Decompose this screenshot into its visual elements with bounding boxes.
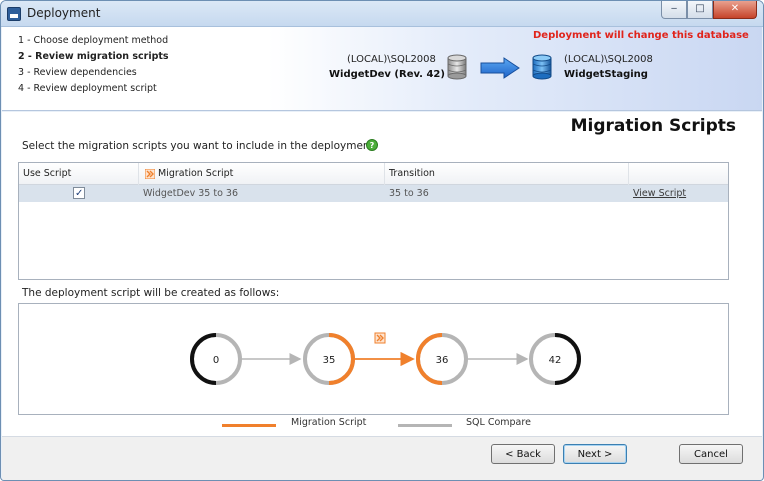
target-server: (LOCAL)\SQL2008 [564, 54, 653, 65]
column-transition[interactable]: Transition [385, 163, 629, 185]
node-42: 42 [529, 333, 581, 385]
window-title: Deployment [27, 6, 101, 20]
wizard-footer: < Back Next > Cancel [2, 436, 762, 480]
source-server: (LOCAL)\SQL2008 [347, 54, 436, 65]
window-controls: ‒ □ ✕ [661, 1, 757, 21]
deployment-window: Deployment ‒ □ ✕ 1 - Choose deployment m… [0, 0, 764, 481]
deployment-path-diagram: 0 35 36 42 [190, 332, 581, 385]
legend-migration-swatch [222, 424, 276, 427]
node-36: 36 [416, 333, 468, 385]
main-content: Migration Scripts Select the migration s… [2, 112, 762, 436]
migration-script-name: WidgetDev 35 to 36 [143, 188, 239, 199]
column-migration-script[interactable]: Migration Script [139, 163, 385, 185]
use-script-checkbox[interactable] [73, 185, 85, 202]
table-row[interactable]: WidgetDev 35 to 36 35 to 36 View Script [19, 185, 728, 202]
title-bar[interactable]: Deployment ‒ □ ✕ [1, 1, 763, 27]
column-migration-script-label: Migration Script [158, 168, 234, 179]
source-database-icon [447, 54, 467, 80]
node-35: 35 [303, 333, 355, 385]
deployment-script-label: The deployment script will be created as… [22, 287, 280, 299]
node-35-label: 35 [323, 355, 336, 366]
column-use-script[interactable]: Use Script [19, 163, 139, 185]
view-script-link[interactable]: View Script [629, 185, 686, 202]
column-action [629, 163, 728, 185]
step-review-deployment-script: 4 - Review deployment script [18, 83, 157, 94]
step-review-migration-scripts: 2 - Review migration scripts [18, 51, 169, 62]
source-database: WidgetDev (Rev. 42) [329, 69, 445, 80]
minimize-icon[interactable]: ‒ [661, 1, 687, 19]
back-button[interactable]: < Back [491, 444, 555, 464]
migration-scripts-grid: Use Script Migration Script Transition W… [18, 162, 729, 280]
svg-text:?: ? [370, 141, 375, 150]
deployment-warning: Deployment will change this database [533, 30, 749, 41]
migration-script-marker-icon [374, 332, 386, 344]
grid-header: Use Script Migration Script Transition [19, 163, 728, 185]
deploy-arrow-icon [480, 57, 520, 79]
target-database-icon [532, 54, 552, 80]
legend-compare-label: SQL Compare [466, 417, 531, 428]
wizard-header: 1 - Choose deployment method 2 - Review … [2, 27, 762, 111]
app-icon [7, 7, 21, 21]
migration-script-icon [145, 168, 155, 179]
node-42-label: 42 [549, 355, 562, 366]
deployment-diagram: 0 35 36 42 [18, 303, 729, 415]
cancel-button[interactable]: Cancel [679, 444, 743, 464]
target-database: WidgetStaging [564, 69, 648, 80]
wizard-steps: 1 - Choose deployment method 2 - Review … [18, 33, 169, 97]
page-title: Migration Scripts [570, 116, 736, 136]
close-icon[interactable]: ✕ [713, 1, 757, 19]
next-button[interactable]: Next > [563, 444, 627, 464]
node-36-label: 36 [436, 355, 449, 366]
legend-compare-swatch [398, 424, 452, 427]
step-choose-method: 1 - Choose deployment method [18, 35, 169, 46]
diagram-legend: Migration Script SQL Compare [2, 415, 762, 435]
maximize-icon[interactable]: □ [687, 1, 713, 19]
help-icon[interactable]: ? [366, 139, 378, 151]
legend-migration-label: Migration Script [291, 417, 367, 428]
instruction-text: Select the migration scripts you want to… [22, 140, 378, 152]
node-0-label: 0 [213, 355, 219, 366]
step-review-dependencies: 3 - Review dependencies [18, 67, 137, 78]
transition-value: 35 to 36 [389, 188, 429, 199]
node-0: 0 [190, 333, 242, 385]
